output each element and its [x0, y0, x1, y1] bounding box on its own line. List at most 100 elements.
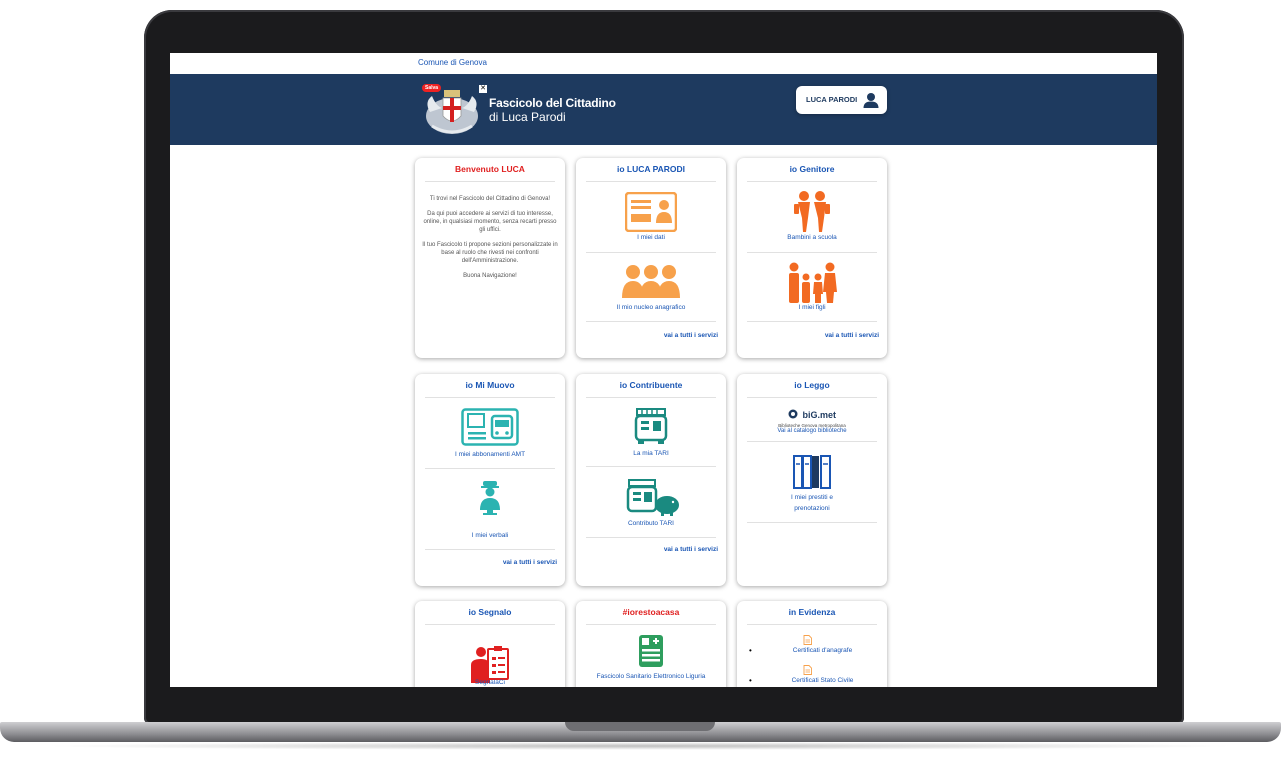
divider	[586, 466, 716, 467]
traffic-officer-icon	[480, 481, 500, 515]
service-abbonamenti-amt[interactable]	[415, 408, 565, 451]
card-welcome: Benvenuto LUCA Ti trovi nel Fascicolo de…	[415, 158, 565, 358]
card-iorestoacasa: #iorestoacasa Fascicolo Sanitario Elettr…	[576, 601, 726, 687]
org-link[interactable]: Comune di Genova	[418, 58, 487, 67]
all-services-link[interactable]: vai a tutti i servizi	[825, 332, 879, 339]
divider	[586, 321, 716, 322]
document-icon	[803, 635, 812, 645]
divider	[586, 252, 716, 253]
card-title: io Genitore	[789, 164, 835, 174]
bus-pass-icon	[461, 408, 519, 446]
laptop-frame: Comune di Genova Salva ✕ Fascicolo del C…	[0, 0, 1281, 759]
site-title: Fascicolo del Cittadino	[489, 96, 616, 110]
divider	[747, 624, 877, 625]
welcome-paragraph: Buona Navigazione!	[463, 273, 517, 279]
service-label[interactable]: prenotazioni	[737, 505, 887, 512]
list-item[interactable]: • Certificati d'anagrafe	[747, 635, 882, 665]
service-miei-figli[interactable]	[737, 262, 887, 309]
service-label[interactable]: I miei prestiti e	[737, 494, 887, 501]
all-services-link[interactable]: vai a tutti i servizi	[664, 332, 718, 339]
service-label[interactable]: I miei verbali	[415, 532, 565, 539]
bigmet-logo: biG.met	[737, 405, 887, 423]
salva-badge[interactable]: Salva	[422, 84, 442, 92]
service-label[interactable]: I miei abbonamenti AMT	[415, 451, 565, 458]
card-io-luca: io LUCA PARODI I miei dati Il mio nucleo…	[576, 158, 726, 358]
service-label[interactable]: I miei figli	[737, 304, 887, 311]
evidence-link[interactable]: Certificati d'anagrafe	[765, 647, 880, 654]
divider	[425, 624, 555, 625]
service-prestiti[interactable]	[737, 454, 887, 495]
divider	[747, 397, 877, 398]
service-label[interactable]: Il mio nucleo anagrafico	[576, 304, 726, 311]
divider	[586, 537, 716, 538]
divider	[747, 522, 877, 523]
service-label[interactable]: Contributo TARI	[576, 520, 726, 527]
bullet: •	[749, 646, 752, 655]
divider	[747, 321, 877, 322]
service-bambini-scuola[interactable]	[737, 190, 887, 239]
welcome-paragraph: Ti trovi nel Fascicolo del Cittadino di …	[429, 196, 551, 202]
garbage-truck-icon	[634, 408, 668, 444]
evidence-link[interactable]: Certificati Stato Civile	[765, 677, 880, 684]
card-io-mi-muovo: io Mi Muovo I miei abbonamenti AMT I mie…	[415, 374, 565, 586]
card-title: Benvenuto LUCA	[455, 164, 525, 174]
books-icon	[793, 455, 831, 489]
site-header: Salva ✕ Fascicolo del Cittadino di Luca …	[170, 74, 1157, 145]
top-bar: Comune di Genova	[170, 53, 1157, 74]
welcome-text: Ti trovi nel Fascicolo del Cittadino di …	[421, 195, 559, 287]
bullet: •	[749, 676, 752, 685]
card-io-segnalo: io Segnalo SegnalaCi	[415, 601, 565, 687]
service-label[interactable]: Bambini a scuola	[737, 234, 887, 241]
list-item[interactable]: • Certificati Stato Civile	[747, 665, 882, 687]
divider	[425, 181, 555, 182]
id-card-icon	[624, 191, 678, 233]
divider	[425, 397, 555, 398]
card-title: io Contribuente	[619, 380, 683, 390]
site-subtitle: di Luca Parodi	[489, 110, 566, 124]
divider	[586, 181, 716, 182]
all-services-link[interactable]: vai a tutti i servizi	[664, 546, 718, 553]
card-io-contribuente: io Contribuente La mia TARI Contributo T…	[576, 374, 726, 586]
service-i-miei-dati[interactable]	[576, 191, 726, 237]
catalog-link[interactable]: Vai al catalogo biblioteche	[737, 428, 887, 434]
service-label[interactable]: Fascicolo Sanitario Elettronico Liguria	[576, 673, 726, 680]
divider	[425, 468, 555, 469]
service-miei-verbali[interactable]	[415, 480, 565, 521]
service-label[interactable]: I miei dati	[576, 234, 726, 241]
service-nucleo-anagrafico[interactable]	[576, 264, 726, 305]
card-title: io Leggo	[794, 380, 830, 390]
card-title: io LUCA PARODI	[617, 164, 685, 174]
welcome-paragraph: Il tuo Fascicolo ti propone sezioni pers…	[422, 242, 558, 264]
laptop-notch	[565, 722, 715, 731]
card-io-genitore: io Genitore Bambini a scuola I miei figl…	[737, 158, 887, 358]
user-icon	[863, 93, 879, 108]
family-group-icon	[622, 265, 680, 298]
card-io-leggo: io Leggo biG.met Biblioteche Genova metr…	[737, 374, 887, 586]
service-contributo-tari[interactable]	[576, 478, 726, 523]
service-fascicolo-sanitario[interactable]	[576, 634, 726, 673]
service-label[interactable]: SegnalaCi	[415, 679, 565, 686]
divider	[747, 181, 877, 182]
card-title: io Segnalo	[468, 607, 512, 617]
close-icon[interactable]: ✕	[479, 85, 487, 93]
browser-screen: Comune di Genova Salva ✕ Fascicolo del C…	[170, 53, 1157, 687]
bigmet-brand: biG.met	[802, 410, 836, 420]
service-label[interactable]: La mia TARI	[576, 450, 726, 457]
divider	[747, 252, 877, 253]
health-record-icon	[639, 635, 663, 667]
welcome-paragraph: Da qui puoi accedere ai servizi di tuo i…	[423, 211, 557, 233]
card-title: #iorestoacasa	[622, 607, 680, 617]
parents-children-icon	[789, 262, 837, 303]
bigmet-link[interactable]: biG.met Biblioteche Genova metropolitana…	[737, 405, 887, 434]
user-menu-button[interactable]: LUCA PARODI	[796, 86, 887, 114]
schoolchildren-icon	[794, 191, 830, 232]
card-in-evidenza: in Evidenza • Certificati d'anagrafe • C…	[737, 601, 887, 687]
divider	[425, 549, 555, 550]
divider	[586, 397, 716, 398]
truck-piggybank-icon	[626, 479, 679, 516]
evidence-list: • Certificati d'anagrafe • Certificati S…	[747, 635, 882, 687]
service-mia-tari[interactable]	[576, 407, 726, 450]
document-icon	[803, 665, 812, 675]
all-services-link[interactable]: vai a tutti i servizi	[503, 559, 557, 566]
bigmet-logo-icon	[788, 409, 798, 419]
